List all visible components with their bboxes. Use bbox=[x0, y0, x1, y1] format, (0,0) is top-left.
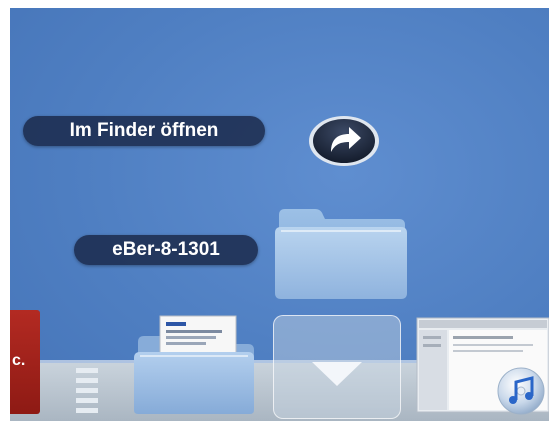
folder-icon[interactable] bbox=[271, 205, 411, 301]
itunes-icon[interactable] bbox=[496, 366, 546, 416]
dock-reflection-stripes bbox=[70, 364, 104, 421]
red-app-glyph: c. bbox=[12, 352, 26, 369]
red-app-icon[interactable]: c. bbox=[10, 310, 40, 414]
open-in-finder-button[interactable] bbox=[307, 114, 381, 168]
documents-folder-icon[interactable] bbox=[130, 314, 258, 414]
desktop-background: Im Finder öffnen eBer-8-1301 c. bbox=[10, 8, 549, 421]
folder-name-label[interactable]: eBer-8-1301 bbox=[74, 235, 258, 265]
chevron-down-icon bbox=[312, 362, 362, 386]
curved-arrow-icon bbox=[309, 116, 379, 166]
open-in-finder-label[interactable]: Im Finder öffnen bbox=[23, 116, 265, 146]
stack-expand-button[interactable] bbox=[273, 315, 401, 419]
